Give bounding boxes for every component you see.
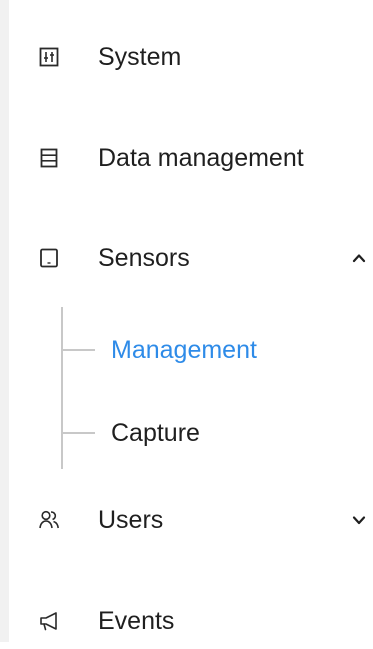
tree-connector — [62, 349, 95, 351]
system-settings-icon — [38, 46, 60, 68]
sidebar-item-label: Sensors — [98, 244, 190, 272]
sidebar-item-system[interactable]: System — [0, 29, 373, 85]
chevron-down-icon[interactable] — [352, 513, 366, 527]
sidebar-subitem-capture[interactable]: Capture — [62, 408, 362, 458]
sidebar-item-label: Data management — [98, 144, 304, 172]
tree-connector — [62, 432, 95, 434]
users-icon — [38, 509, 60, 531]
database-icon — [38, 147, 60, 169]
megaphone-icon — [38, 610, 60, 632]
sensor-icon — [38, 247, 60, 269]
chevron-up-icon[interactable] — [352, 251, 366, 265]
sidebar-item-data-management[interactable]: Data management — [0, 130, 373, 186]
sidebar-item-label: Events — [98, 607, 175, 635]
sidebar-subitem-label: Capture — [111, 419, 200, 447]
sidebar-item-label: System — [98, 43, 182, 71]
sidebar-item-users[interactable]: Users — [0, 492, 373, 548]
sidebar-item-label: Users — [98, 506, 164, 534]
sidebar-item-sensors[interactable]: Sensors — [0, 230, 373, 286]
sidebar-subitem-label: Management — [111, 336, 257, 364]
sidebar-item-events[interactable]: Events — [0, 593, 373, 649]
sidebar-subitem-management[interactable]: Management — [62, 325, 362, 375]
